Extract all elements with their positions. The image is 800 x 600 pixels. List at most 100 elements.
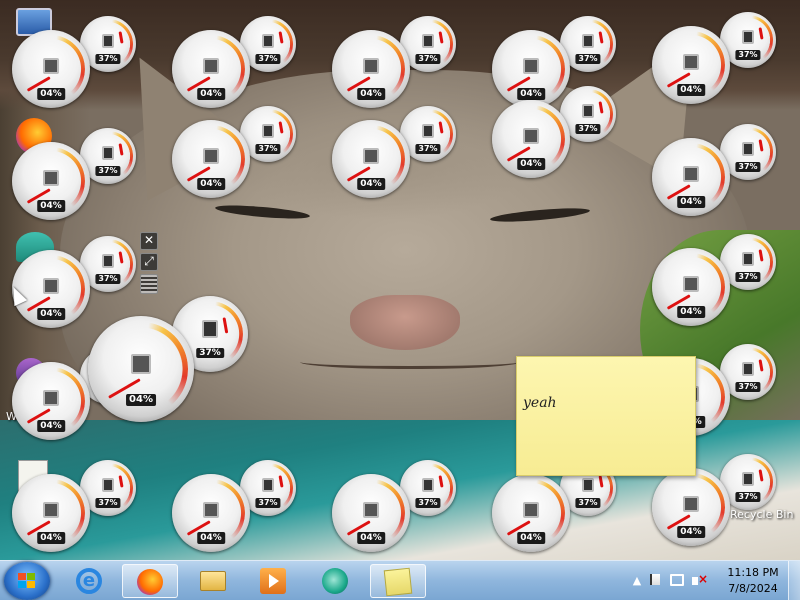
cpu-meter-gadget[interactable]: 37% 04%	[332, 106, 456, 198]
memory-chip-icon	[102, 34, 114, 48]
cpu-chip-icon	[43, 390, 59, 406]
sticky-note-text[interactable]: yeah	[523, 395, 689, 411]
memory-chip-icon	[582, 104, 594, 118]
cpu-chip-icon	[203, 58, 219, 74]
cpu-meter-gadget[interactable]: 37% 04%	[652, 234, 776, 326]
memory-chip-icon	[742, 142, 754, 156]
memory-usage-value: 37%	[575, 498, 601, 508]
cpu-chip-icon	[363, 502, 379, 518]
system-tray: ▲ 11:18 PM 7/8/2024	[610, 561, 800, 600]
memory-gauge-needle	[278, 121, 284, 134]
taskbar-internet-explorer-button[interactable]: e	[62, 564, 118, 598]
memory-chip-icon	[742, 362, 754, 376]
internet-explorer-icon: e	[76, 568, 102, 594]
memory-gauge-needle	[278, 475, 284, 488]
taskbar-teal-app-button[interactable]	[308, 564, 364, 598]
cpu-meter-gadget[interactable]: 37% 04%	[172, 106, 296, 198]
cpu-gauge: 04%	[492, 100, 570, 178]
windows-orb-icon	[18, 573, 36, 589]
cpu-gauge: 04%	[12, 474, 90, 552]
memory-chip-icon	[102, 146, 114, 160]
clock[interactable]: 11:18 PM 7/8/2024	[718, 565, 788, 597]
memory-gauge-needle	[758, 359, 764, 372]
cpu-meter-gadget[interactable]: 37% 04%	[332, 16, 456, 108]
memory-usage-value: 37%	[415, 54, 441, 64]
cpu-gauge: 04%	[172, 474, 250, 552]
memory-gauge-needle	[278, 31, 284, 44]
cpu-gauge: 04%	[652, 138, 730, 216]
memory-gauge-needle	[438, 475, 444, 488]
sticky-note[interactable]: yeah	[516, 356, 696, 476]
cpu-usage-value: 04%	[37, 200, 65, 212]
cpu-meter-gadget[interactable]: 37% 04%	[652, 124, 776, 216]
cpu-usage-value: 04%	[677, 196, 705, 208]
gadget-close-button[interactable]: ✕	[140, 232, 158, 250]
memory-chip-icon	[102, 254, 114, 268]
memory-chip-icon	[422, 124, 434, 138]
gadget-drag-handle[interactable]	[140, 274, 158, 294]
volume-muted-icon[interactable]	[692, 572, 708, 588]
cpu-chip-icon	[43, 502, 59, 518]
memory-gauge-needle	[118, 143, 124, 156]
memory-chip-icon	[742, 472, 754, 486]
taskbar-windows-explorer-button[interactable]	[186, 564, 242, 598]
cpu-chip-icon	[683, 54, 699, 70]
show-hidden-icons-button[interactable]: ▲	[630, 574, 644, 588]
firefox-icon	[137, 569, 163, 595]
memory-gauge-needle	[598, 475, 604, 488]
start-button[interactable]	[4, 562, 50, 600]
memory-gauge-needle	[222, 317, 229, 334]
cpu-usage-value: 04%	[126, 394, 156, 406]
cpu-usage-value: 04%	[37, 88, 65, 100]
cpu-gauge: 04%	[12, 30, 90, 108]
memory-gauge-needle	[758, 249, 764, 262]
taskbar-firefox-button[interactable]	[122, 564, 178, 598]
folder-icon	[200, 571, 226, 591]
network-icon[interactable]	[670, 574, 684, 586]
memory-usage-value: 37%	[95, 166, 121, 176]
memory-usage-value: 37%	[575, 124, 601, 134]
cpu-gauge: 04%	[652, 26, 730, 104]
taskbar: e ▲ 11:18 PM 7/8/2024	[0, 560, 800, 600]
taskbar-media-player-button[interactable]	[246, 564, 302, 598]
cpu-gauge: 04%	[172, 120, 250, 198]
cpu-meter-gadget[interactable]: 37% 04%	[652, 12, 776, 104]
cpu-gauge: 04%	[652, 468, 730, 546]
cpu-gauge: 04%	[12, 362, 90, 440]
memory-gauge-needle	[438, 121, 444, 134]
action-center-flag-icon[interactable]	[650, 574, 660, 585]
memory-gauge-needle	[118, 31, 124, 44]
cpu-chip-icon	[363, 58, 379, 74]
memory-usage-value: 37%	[255, 144, 281, 154]
cpu-gauge: 04%	[492, 474, 570, 552]
clock-time: 11:18 PM	[727, 566, 779, 579]
cpu-chip-icon	[43, 170, 59, 186]
cpu-usage-value: 04%	[517, 158, 545, 170]
cpu-usage-value: 04%	[357, 532, 385, 544]
cpu-usage-value: 04%	[357, 88, 385, 100]
cpu-meter-gadget[interactable]: 37% 04%	[172, 460, 296, 552]
cpu-usage-value: 04%	[197, 88, 225, 100]
cpu-usage-value: 04%	[37, 532, 65, 544]
memory-chip-icon	[742, 252, 754, 266]
memory-usage-value: 37%	[735, 382, 761, 392]
show-desktop-button[interactable]	[788, 561, 800, 600]
taskbar-sticky-notes-button[interactable]	[370, 564, 426, 598]
cpu-gauge: 04%	[88, 316, 194, 422]
cpu-usage-value: 04%	[37, 420, 65, 432]
cpu-meter-gadget[interactable]: 37% 04%	[172, 16, 296, 108]
cpu-meter-gadget[interactable]: 37% 04%	[12, 460, 136, 552]
cpu-meter-gadget[interactable]: 37% 04%	[12, 128, 136, 220]
cpu-meter-gadget[interactable]: 37% 04%	[492, 86, 616, 178]
memory-chip-icon	[262, 478, 274, 492]
memory-gauge-needle	[758, 469, 764, 482]
cpu-gauge: 04%	[172, 30, 250, 108]
memory-gauge-needle	[758, 27, 764, 40]
memory-usage-value: 37%	[735, 272, 761, 282]
memory-usage-value: 37%	[735, 162, 761, 172]
gadget-larger-size-button[interactable]: ⤢	[140, 253, 158, 271]
memory-chip-icon	[582, 478, 594, 492]
cpu-meter-gadget[interactable]: 37% 04%	[12, 16, 136, 108]
cpu-meter-gadget[interactable]: 37% 04%	[88, 296, 258, 426]
cpu-meter-gadget[interactable]: 37% 04%	[332, 460, 456, 552]
